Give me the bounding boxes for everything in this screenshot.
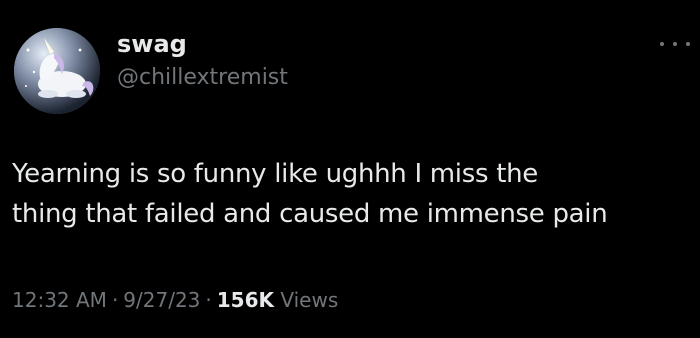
author-avatar[interactable] xyxy=(14,28,100,114)
meta-separator: · xyxy=(111,288,119,312)
tweet-time[interactable]: 12:32 AM xyxy=(12,288,107,312)
tweet-text-line-1: Yearning is so funny like ughhh I miss t… xyxy=(12,159,538,189)
tweet-date[interactable]: 9/27/23 xyxy=(123,288,200,312)
views-count: 156K xyxy=(216,288,275,312)
author-display-name[interactable]: swag xyxy=(117,30,288,58)
more-dot xyxy=(686,42,690,46)
author-handle[interactable]: @chillextremist xyxy=(117,64,288,92)
more-options-icon[interactable] xyxy=(660,36,690,52)
meta-separator: · xyxy=(205,288,212,312)
tweet-meta: 12:32 AM · 9/27/23 · 156K Views xyxy=(12,286,338,314)
unicorn-avatar-icon xyxy=(14,28,100,114)
tweet-card: swag @chillextremist Yearning is so funn… xyxy=(0,0,700,338)
more-dot xyxy=(673,42,677,46)
tweet-text: Yearning is so funny like ughhh I miss t… xyxy=(12,154,696,234)
tweet-text-line-2: thing that failed and caused me immense … xyxy=(12,199,608,229)
more-dot xyxy=(660,42,664,46)
views-link[interactable]: 156K Views xyxy=(217,288,339,312)
views-label: Views xyxy=(280,288,339,312)
author-names: swag @chillextremist xyxy=(117,30,288,92)
